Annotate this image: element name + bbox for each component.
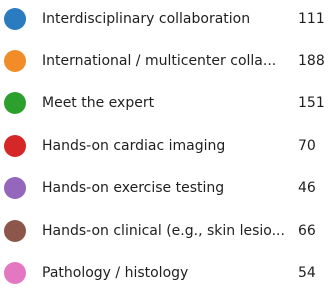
- legend-item-label: Hands-on cardiac imaging: [42, 138, 226, 154]
- green-dot-icon: [4, 92, 26, 114]
- response-legend: Interdisciplinary collaboration 111 Inte…: [0, 0, 328, 284]
- pink-dot-icon: [4, 262, 26, 284]
- legend-item-label: Hands-on clinical (e.g., skin lesio...: [42, 223, 285, 239]
- brown-dot-icon: [4, 220, 26, 242]
- legend-item-label: Interdisciplinary collaboration: [42, 11, 251, 27]
- legend-item-international-multicenter[interactable]: International / multicenter colla... 188: [0, 42, 328, 82]
- legend-item-label: Hands-on exercise testing: [42, 180, 225, 196]
- legend-item-interdisciplinary-collaboration[interactable]: Interdisciplinary collaboration 111: [0, 0, 328, 40]
- legend-item-count: 188: [298, 53, 325, 69]
- legend-item-pathology-histology[interactable]: Pathology / histology 54: [0, 254, 328, 294]
- legend-item-count: 70: [298, 138, 316, 154]
- legend-item-hands-on-clinical[interactable]: Hands-on clinical (e.g., skin lesio... 6…: [0, 212, 328, 252]
- legend-item-count: 54: [298, 265, 316, 281]
- legend-item-count: 46: [298, 180, 316, 196]
- legend-item-meet-the-expert[interactable]: Meet the expert 151: [0, 84, 328, 124]
- legend-item-label: International / multicenter colla...: [42, 53, 277, 69]
- legend-item-count: 151: [298, 95, 325, 111]
- legend-item-count: 111: [298, 11, 325, 27]
- legend-item-label: Pathology / histology: [42, 265, 189, 281]
- blue-dot-icon: [4, 8, 26, 30]
- red-dot-icon: [4, 135, 26, 157]
- legend-item-count: 66: [298, 223, 316, 239]
- purple-dot-icon: [4, 177, 26, 199]
- legend-item-label: Meet the expert: [42, 95, 155, 111]
- legend-item-hands-on-exercise-testing[interactable]: Hands-on exercise testing 46: [0, 169, 328, 209]
- orange-dot-icon: [4, 50, 26, 72]
- legend-item-hands-on-cardiac-imaging[interactable]: Hands-on cardiac imaging 70: [0, 127, 328, 167]
